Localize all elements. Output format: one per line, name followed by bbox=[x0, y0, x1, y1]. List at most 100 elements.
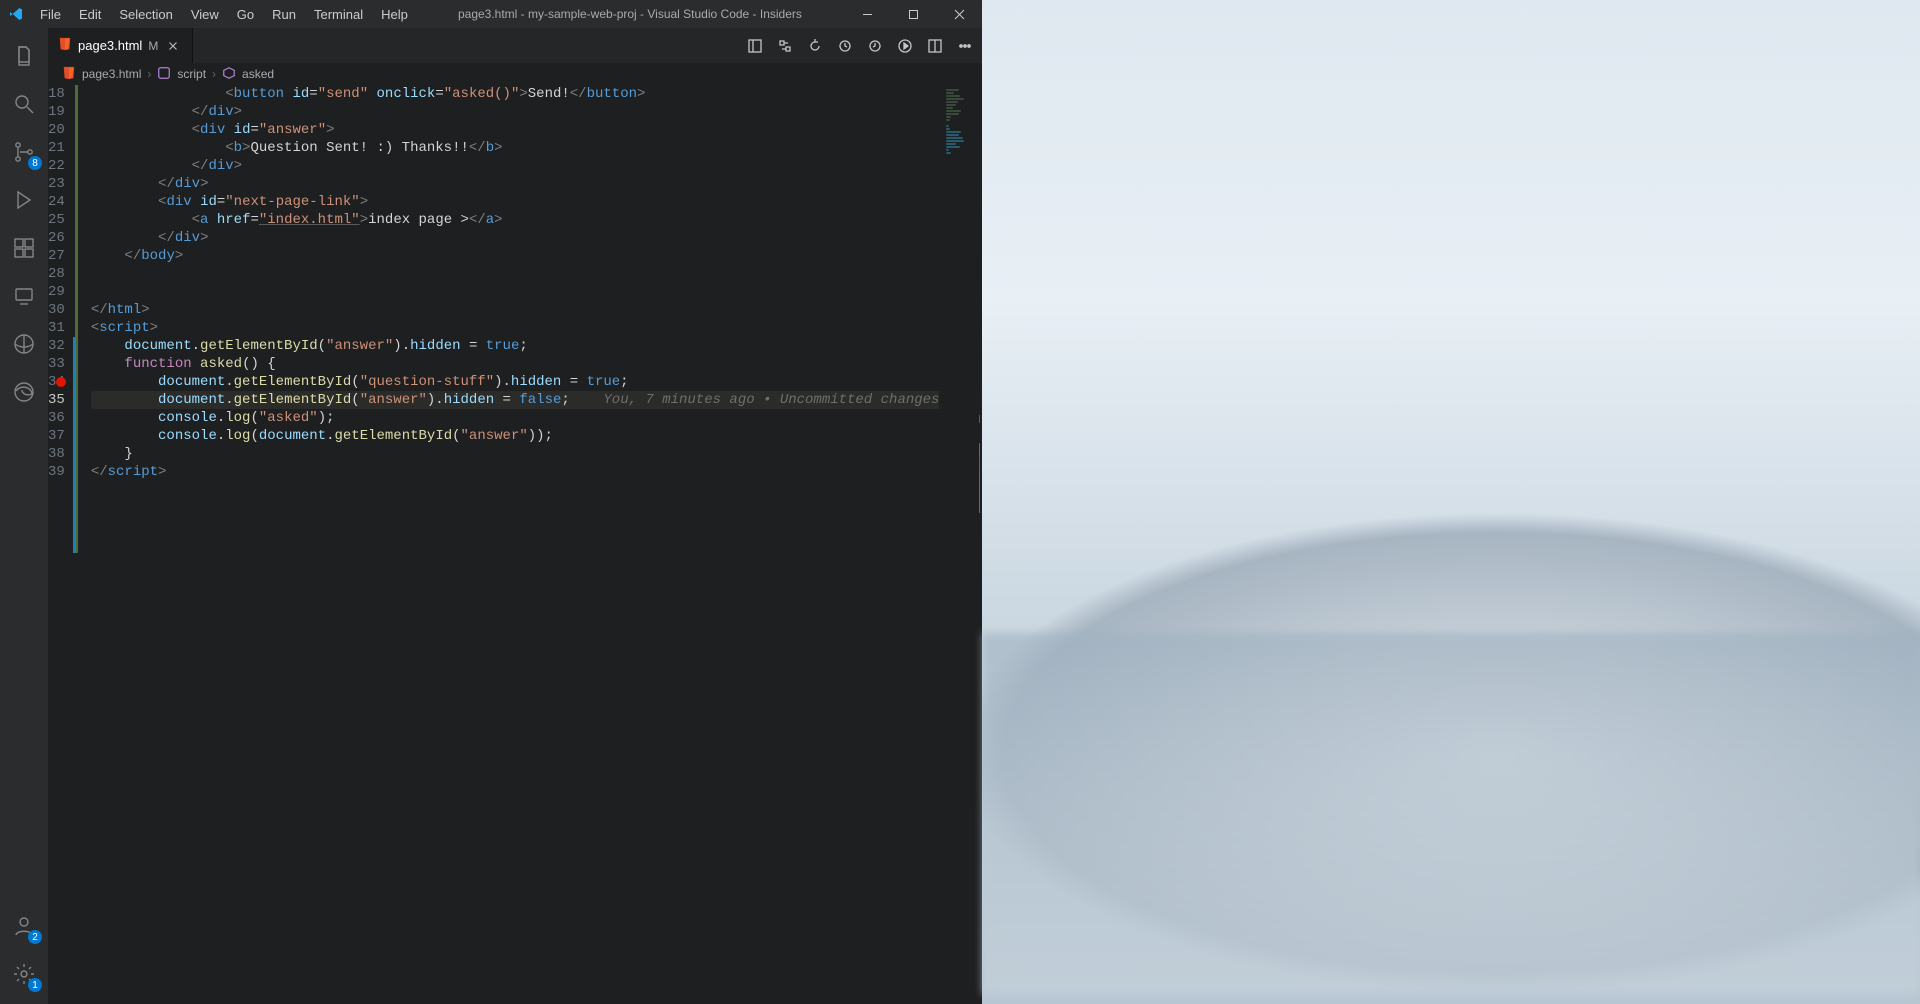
code-line[interactable]: <a href="index.html">index page ></a> bbox=[91, 211, 940, 229]
more-actions-icon[interactable] bbox=[954, 35, 976, 57]
activity-explorer[interactable] bbox=[0, 34, 48, 80]
breadcrumb[interactable]: page3.html › script › asked bbox=[48, 63, 982, 85]
close-window-button[interactable] bbox=[936, 0, 982, 28]
code-line[interactable]: </div> bbox=[91, 175, 940, 193]
code-line[interactable]: </script> bbox=[91, 463, 940, 481]
minimap[interactable] bbox=[939, 85, 977, 1004]
line-number[interactable]: 33 bbox=[48, 355, 65, 373]
prev-change-icon[interactable] bbox=[834, 35, 856, 57]
window-title: page3.html - my-sample-web-proj - Visual… bbox=[416, 7, 844, 21]
vscode-window: File Edit Selection View Go Run Terminal… bbox=[0, 0, 982, 1004]
code-line[interactable]: document.getElementById("answer").hidden… bbox=[91, 337, 940, 355]
settings-badge: 1 bbox=[28, 978, 42, 992]
menu-help[interactable]: Help bbox=[373, 3, 416, 26]
vscode-body: 8 bbox=[0, 28, 982, 1004]
menu-edit[interactable]: Edit bbox=[71, 3, 109, 26]
titlebar[interactable]: File Edit Selection View Go Run Terminal… bbox=[0, 0, 982, 28]
code-line[interactable]: console.log("asked"); bbox=[91, 409, 940, 427]
editor-group: page3.html M bbox=[48, 28, 982, 1004]
menu-run[interactable]: Run bbox=[264, 3, 304, 26]
vscode-logo-icon bbox=[8, 6, 24, 22]
line-number[interactable]: 35 bbox=[48, 391, 65, 409]
run-icon[interactable] bbox=[894, 35, 916, 57]
line-number[interactable]: 39 bbox=[48, 463, 65, 481]
diff-icon[interactable] bbox=[774, 35, 796, 57]
line-number[interactable]: 32 bbox=[48, 337, 65, 355]
activity-debug[interactable] bbox=[0, 178, 48, 224]
revert-icon[interactable] bbox=[804, 35, 826, 57]
activity-search[interactable] bbox=[0, 82, 48, 128]
code-line[interactable]: function asked() { bbox=[91, 355, 940, 373]
activity-extensions[interactable] bbox=[0, 226, 48, 272]
layout-toggle-icon[interactable] bbox=[744, 35, 766, 57]
line-number[interactable]: 28 bbox=[48, 265, 65, 283]
code-line[interactable]: </body> bbox=[91, 247, 940, 265]
line-number[interactable]: 21 bbox=[48, 139, 65, 157]
code-line[interactable] bbox=[91, 265, 940, 283]
line-number[interactable]: 37 bbox=[48, 427, 65, 445]
next-change-icon[interactable] bbox=[864, 35, 886, 57]
breadcrumb-file[interactable]: page3.html bbox=[82, 67, 141, 81]
line-number[interactable]: 23 bbox=[48, 175, 65, 193]
menu-go[interactable]: Go bbox=[229, 3, 262, 26]
line-number[interactable]: 26 bbox=[48, 229, 65, 247]
code-line[interactable]: <div id="next-page-link"> bbox=[91, 193, 940, 211]
line-number[interactable]: 19 bbox=[48, 103, 65, 121]
split-editor-icon[interactable] bbox=[924, 35, 946, 57]
symbol-method-icon bbox=[222, 66, 236, 83]
code-line[interactable]: console.log(document.getElementById("ans… bbox=[91, 427, 940, 445]
menu-terminal[interactable]: Terminal bbox=[306, 3, 371, 26]
code-line[interactable]: </div> bbox=[91, 103, 940, 121]
activity-accounts[interactable]: 2 bbox=[0, 904, 48, 950]
activity-scm[interactable]: 8 bbox=[0, 130, 48, 176]
code-line[interactable] bbox=[91, 283, 940, 301]
menu-selection[interactable]: Selection bbox=[111, 3, 180, 26]
line-number-gutter[interactable]: 1819202122232425262728293031323334353637… bbox=[48, 85, 91, 1004]
line-number[interactable]: 30 bbox=[48, 301, 65, 319]
search-icon bbox=[12, 92, 36, 119]
line-number[interactable]: 36 bbox=[48, 409, 65, 427]
tab-label: page3.html bbox=[78, 38, 142, 53]
code-line[interactable]: } bbox=[91, 445, 940, 463]
code-line[interactable]: </div> bbox=[91, 157, 940, 175]
activity-bar: 8 bbox=[0, 28, 48, 1004]
code-line[interactable]: document.getElementById("answer").hidden… bbox=[91, 391, 940, 409]
line-number[interactable]: 22 bbox=[48, 157, 65, 175]
tab-page3[interactable]: page3.html M bbox=[48, 28, 193, 63]
code-line[interactable]: </html> bbox=[91, 301, 940, 319]
line-number[interactable]: 25 bbox=[48, 211, 65, 229]
code-line[interactable]: document.getElementById("question-stuff"… bbox=[91, 373, 940, 391]
line-number[interactable]: 31 bbox=[48, 319, 65, 337]
tab-modified-marker: M bbox=[148, 39, 158, 53]
code-line[interactable]: </div> bbox=[91, 229, 940, 247]
activity-edge[interactable] bbox=[0, 370, 48, 416]
menu-view[interactable]: View bbox=[183, 3, 227, 26]
minimize-button[interactable] bbox=[844, 0, 890, 28]
line-number[interactable]: 27 bbox=[48, 247, 65, 265]
breakpoint-icon[interactable] bbox=[56, 377, 66, 387]
activity-remote[interactable] bbox=[0, 274, 48, 320]
line-number[interactable]: 24 bbox=[48, 193, 65, 211]
accounts-badge: 2 bbox=[28, 930, 42, 944]
line-number[interactable]: 38 bbox=[48, 445, 65, 463]
breadcrumb-script[interactable]: script bbox=[177, 67, 206, 81]
symbol-script-icon bbox=[157, 66, 171, 83]
code-line[interactable]: <b>Question Sent! :) Thanks!!</b> bbox=[91, 139, 940, 157]
tab-close-button[interactable] bbox=[164, 37, 182, 55]
line-number[interactable]: 29 bbox=[48, 283, 65, 301]
editor-actions bbox=[744, 28, 982, 63]
breadcrumb-function[interactable]: asked bbox=[242, 67, 274, 81]
maximize-button[interactable] bbox=[890, 0, 936, 28]
activity-live-share[interactable] bbox=[0, 322, 48, 368]
menu-file[interactable]: File bbox=[32, 3, 69, 26]
line-number[interactable]: 20 bbox=[48, 121, 65, 139]
code-content[interactable]: <button id="send" onclick="asked()">Send… bbox=[91, 85, 940, 1004]
code-line[interactable]: <button id="send" onclick="asked()">Send… bbox=[91, 85, 940, 103]
code-line[interactable]: <div id="answer"> bbox=[91, 121, 940, 139]
edge-icon bbox=[12, 380, 36, 407]
activity-settings[interactable]: 1 bbox=[0, 952, 48, 998]
code-editor[interactable]: 1819202122232425262728293031323334353637… bbox=[48, 85, 982, 1004]
code-line[interactable]: <script> bbox=[91, 319, 940, 337]
html-file-icon bbox=[62, 66, 76, 83]
line-number[interactable]: 18 bbox=[48, 85, 65, 103]
